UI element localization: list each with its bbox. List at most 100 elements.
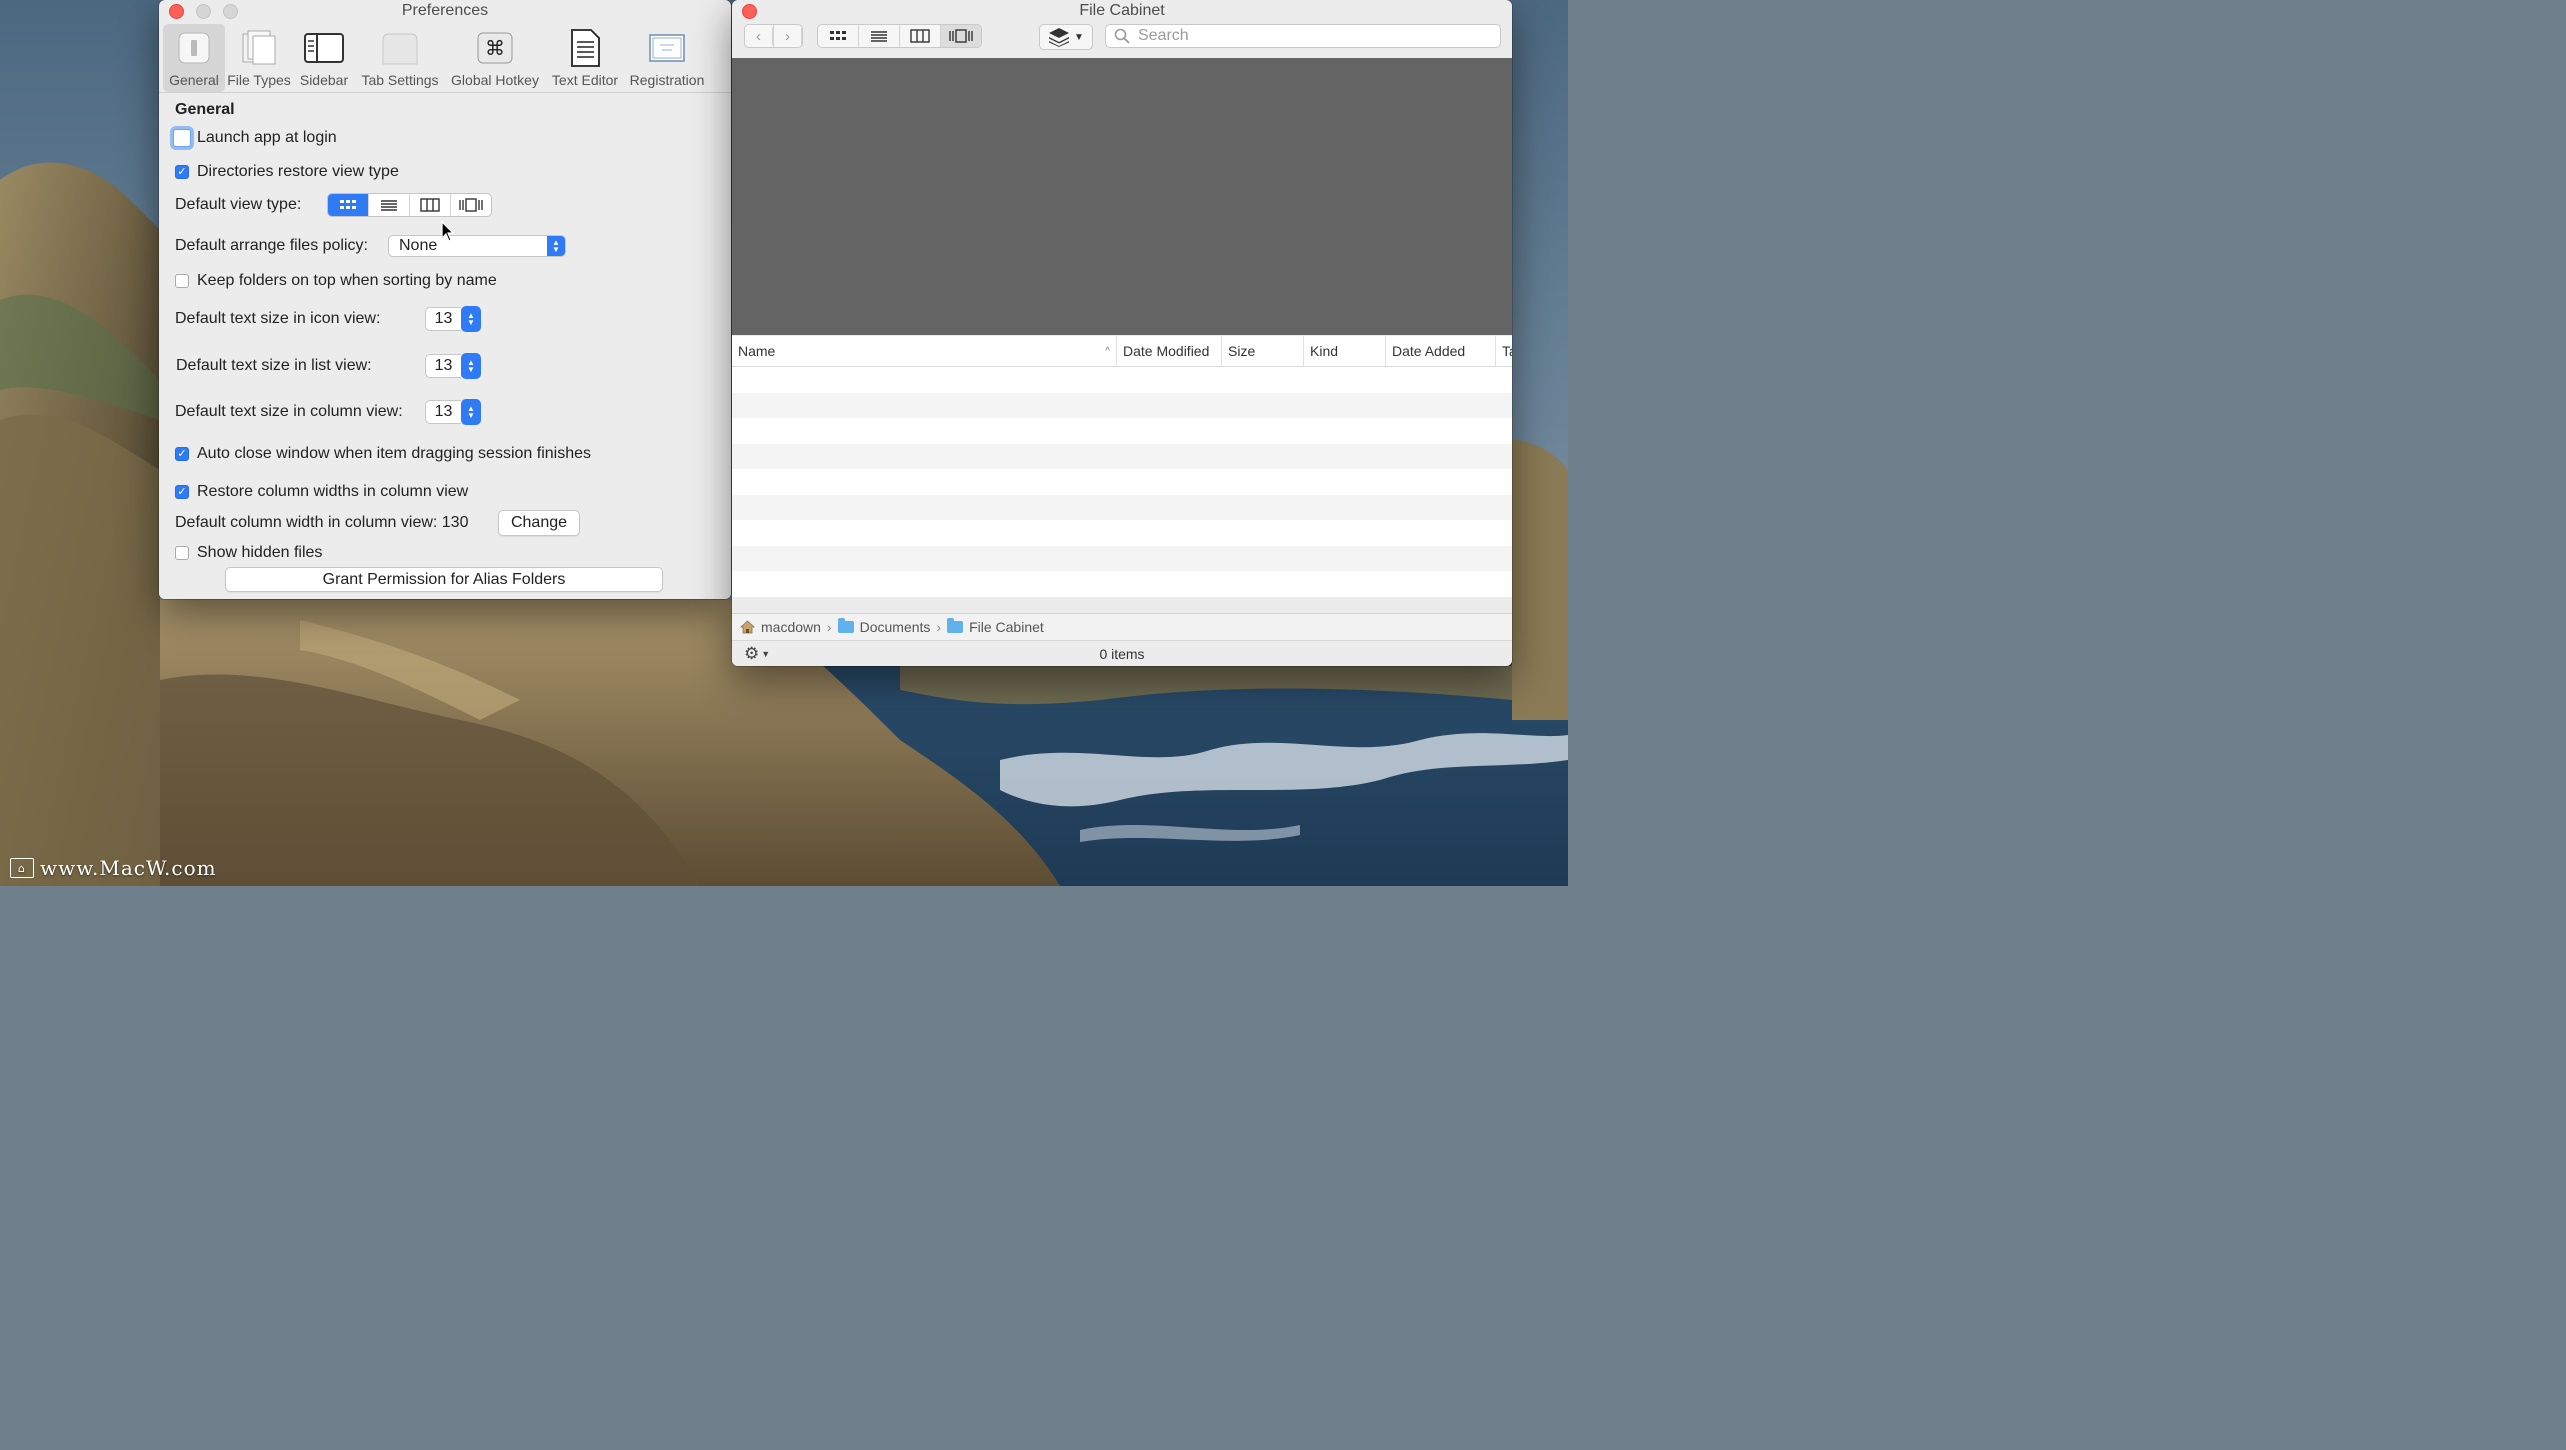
list-view-button[interactable] (859, 25, 900, 47)
text-size-icon-label: Default text size in icon view: (175, 310, 381, 327)
icon-view-button[interactable] (818, 25, 859, 47)
arrange-policy-popup[interactable]: None ▲ ▼ (387, 235, 566, 257)
text-size-column-value[interactable]: 13 (425, 400, 461, 424)
window-title: File Cabinet (1079, 2, 1165, 19)
icon-view-icon (340, 200, 357, 209)
forward-button[interactable]: › (774, 25, 802, 47)
table-row (732, 418, 1512, 444)
tab-global-hotkey[interactable]: ⌘ Global Hotkey (445, 24, 545, 92)
table-row (732, 571, 1512, 597)
preferences-window: Preferences General File Types Sidebar T… (159, 0, 731, 599)
file-cabinet-window: File Cabinet ‹ › ▼ Search Name ^ Date Mo… (732, 0, 1512, 666)
arrange-policy-label: Default arrange files policy: (175, 237, 368, 254)
sidebar-icon (303, 26, 345, 70)
table-row (732, 494, 1512, 520)
tab-general[interactable]: General (163, 24, 225, 92)
item-count: 0 items (1099, 646, 1145, 662)
arrange-menu-button[interactable]: ▼ (1039, 24, 1093, 50)
text-size-list-row: Default text size in list view: 13 ▲ ▼ (176, 353, 481, 379)
column-header-date-modified[interactable]: Date Modified (1117, 336, 1222, 366)
arrange-policy-row: Default arrange files policy: None ▲ ▼ (175, 235, 566, 257)
text-size-icon-row: Default text size in icon view: 13 ▲ ▼ (175, 306, 481, 332)
tab-registration[interactable]: Registration (625, 24, 709, 92)
tab-sidebar[interactable]: Sidebar (293, 24, 355, 92)
list-header: Name ^ Date Modified Size Kind Date Adde… (732, 336, 1512, 367)
icon-view-icon (830, 31, 846, 40)
column-view-segment[interactable] (410, 194, 452, 216)
stepper-arrows-icon[interactable]: ▲ ▼ (461, 306, 481, 332)
column-header-label: Name (738, 343, 776, 359)
tab-file-types[interactable]: File Types (225, 24, 293, 92)
command-key-icon: ⌘ (476, 26, 514, 70)
watermark-logo-icon: ⌂ (10, 858, 34, 878)
column-header-name[interactable]: Name ^ (732, 336, 1117, 366)
tab-label: Registration (629, 72, 705, 88)
list-view-segment[interactable] (369, 194, 411, 216)
restore-view-type-checkbox[interactable]: ✓ (175, 165, 189, 179)
tab-settings-icon (380, 26, 420, 70)
tab-text-editor[interactable]: Text Editor (545, 24, 625, 92)
restore-column-widths-label: Restore column widths in column view (197, 483, 469, 500)
folders-on-top-label: Keep folders on top when sorting by name (197, 272, 497, 289)
restore-view-type-row: ✓ Directories restore view type (175, 163, 399, 181)
column-width-label: Default column width in column view: 130 (175, 514, 469, 531)
path-separator-icon: › (936, 619, 942, 635)
gallery-view-segment[interactable] (451, 194, 491, 216)
column-view-icon (420, 198, 440, 212)
search-placeholder: Search (1138, 27, 1189, 44)
path-item-file-cabinet[interactable]: File Cabinet (969, 619, 1044, 635)
path-item-home[interactable]: macdown (761, 619, 821, 635)
launch-at-login-checkbox[interactable] (173, 129, 191, 147)
back-button[interactable]: ‹ (745, 25, 774, 47)
tab-label: Text Editor (551, 72, 619, 88)
default-view-type-row: Default view type: (175, 193, 493, 217)
stepper-arrows-icon[interactable]: ▲ ▼ (461, 399, 481, 425)
text-editor-icon (569, 26, 601, 70)
search-field[interactable]: Search (1105, 24, 1501, 48)
text-size-icon-value[interactable]: 13 (425, 307, 461, 331)
column-header-label: Date Modified (1123, 343, 1210, 359)
text-size-icon-stepper[interactable]: 13 ▲ ▼ (425, 306, 481, 332)
tab-label: General (169, 72, 219, 88)
tab-label: Global Hotkey (451, 72, 539, 88)
show-hidden-checkbox[interactable] (175, 546, 189, 560)
general-settings-panel: General Launch app at login ✓ Directorie… (159, 92, 731, 599)
icon-view-segment[interactable] (328, 194, 370, 216)
path-item-documents[interactable]: Documents (860, 619, 931, 635)
tab-tab-settings[interactable]: Tab Settings (355, 24, 445, 92)
layers-icon (1049, 28, 1070, 47)
file-types-icon (239, 26, 279, 70)
status-bar: ⚙ ▼ 0 items (732, 640, 1512, 666)
restore-view-type-label: Directories restore view type (197, 163, 399, 180)
text-size-column-stepper[interactable]: 13 ▲ ▼ (425, 399, 481, 425)
file-list[interactable] (732, 367, 1512, 613)
folders-on-top-checkbox[interactable] (175, 274, 189, 288)
column-header-tags[interactable]: Ta (1496, 336, 1512, 366)
column-width-row: Default column width in column view: 130… (175, 510, 580, 536)
column-header-date-added[interactable]: Date Added (1386, 336, 1496, 366)
column-view-button[interactable] (900, 25, 941, 47)
column-header-size[interactable]: Size (1222, 336, 1304, 366)
text-size-list-value[interactable]: 13 (425, 354, 461, 378)
restore-column-widths-checkbox[interactable]: ✓ (175, 485, 189, 499)
list-view-icon (381, 200, 398, 211)
column-header-label: Size (1228, 343, 1256, 359)
navigation-buttons: ‹ › (744, 24, 803, 48)
launch-at-login-row: Launch app at login (173, 129, 337, 147)
text-size-list-stepper[interactable]: 13 ▲ ▼ (425, 353, 481, 379)
auto-close-checkbox[interactable]: ✓ (175, 447, 189, 461)
list-view-icon (871, 31, 887, 42)
chevron-left-icon: ‹ (745, 27, 773, 45)
svg-text:⌘: ⌘ (485, 36, 505, 60)
table-row (732, 545, 1512, 571)
show-hidden-label: Show hidden files (197, 544, 323, 561)
text-size-column-row: Default text size in column view: 13 ▲ ▼ (175, 399, 481, 425)
column-header-kind[interactable]: Kind (1304, 336, 1386, 366)
auto-close-label: Auto close window when item dragging ses… (197, 445, 591, 462)
preview-area (732, 58, 1512, 335)
grant-permission-button[interactable]: Grant Permission for Alias Folders (225, 567, 663, 592)
gallery-view-button[interactable] (941, 25, 981, 47)
restore-column-widths-row: ✓ Restore column widths in column view (175, 483, 468, 501)
stepper-arrows-icon[interactable]: ▲ ▼ (461, 353, 481, 379)
change-button[interactable]: Change (498, 510, 580, 536)
